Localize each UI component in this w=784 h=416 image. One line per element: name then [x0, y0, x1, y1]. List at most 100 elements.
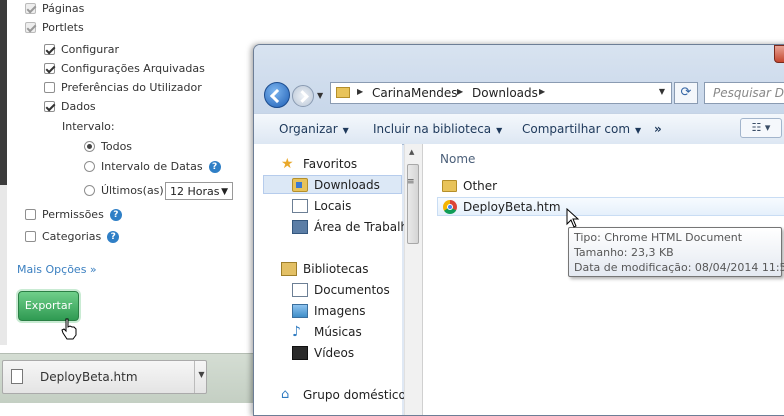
hours-select-value: 12 Horas: [170, 185, 220, 198]
more-commands-button[interactable]: »: [654, 122, 662, 136]
breadcrumb-carinamendes[interactable]: CarinaMendes: [372, 86, 458, 100]
grip-icon: ≡: [407, 177, 415, 187]
scrollbar-thumb[interactable]: [407, 164, 419, 244]
nav-item-label: Grupo doméstico: [303, 387, 406, 402]
categorias-label: Categorias: [42, 230, 102, 243]
ultimos-radio[interactable]: [84, 185, 95, 196]
intervalo-datas-radio[interactable]: [84, 161, 95, 172]
nav-item-musicas[interactable]: ♪ Músicas: [254, 322, 402, 341]
option-configuracoes-arquivadas[interactable]: Configurações Arquivadas: [44, 62, 205, 75]
file-row-other[interactable]: Other: [437, 176, 784, 195]
option-dados[interactable]: Dados: [44, 100, 96, 113]
preferencias-label: Preferências do Utilizador: [61, 81, 202, 94]
scroll-up-icon[interactable]: ▲: [409, 148, 414, 156]
compartilhar-label: Compartilhar com: [522, 122, 631, 136]
help-icon[interactable]: ?: [208, 160, 221, 173]
intervalo-datas-label: Intervalo de Datas: [101, 160, 203, 173]
forward-button[interactable]: [292, 85, 314, 107]
nav-item-imagens[interactable]: Imagens: [254, 301, 402, 320]
chevron-right-icon[interactable]: ▶: [457, 87, 463, 96]
address-bar[interactable]: ▶ CarinaMendes ▶ Downloads ▶ ▼: [330, 82, 672, 104]
option-categorias[interactable]: Categorias ?: [25, 230, 120, 243]
download-file-name: DeployBeta.htm: [40, 370, 138, 384]
intervalo-heading: Intervalo:: [62, 120, 115, 133]
intervalo-label: Intervalo:: [62, 120, 115, 133]
dados-checkbox[interactable]: [44, 101, 55, 112]
permissoes-checkbox[interactable]: [25, 209, 36, 220]
music-icon: ♪: [292, 323, 301, 340]
incluir-biblioteca-button[interactable]: Incluir na biblioteca ▼: [373, 122, 502, 136]
nav-item-area-de-trabalho[interactable]: Área de Trabalho: [254, 217, 415, 236]
nav-item-label: Downloads: [314, 177, 380, 192]
nav-item-label: Favoritos: [303, 156, 358, 171]
nav-item-bibliotecas[interactable]: Bibliotecas: [254, 259, 402, 278]
navigation-pane: ★ Favoritos Downloads Locais Área de Tra…: [254, 144, 415, 415]
back-button[interactable]: [264, 82, 290, 108]
export-button[interactable]: Exportar: [18, 291, 79, 321]
hours-select[interactable]: 12 Horas ▼: [165, 182, 233, 200]
page-left-strip: [0, 0, 7, 185]
view-options-button[interactable]: ☷ ▾: [740, 118, 782, 138]
paginas-label: Páginas: [42, 2, 85, 15]
organizar-label: Organizar: [279, 122, 338, 136]
arrow-cursor-icon: [566, 208, 580, 228]
breadcrumb-downloads[interactable]: Downloads: [472, 86, 538, 100]
nav-item-grupo-domestico[interactable]: ⌂ Grupo doméstico: [254, 385, 406, 404]
folder-icon: [336, 87, 350, 98]
help-icon[interactable]: ?: [109, 208, 122, 221]
nav-item-favoritos[interactable]: ★ Favoritos: [254, 154, 402, 173]
file-icon: [11, 369, 23, 384]
chevron-down-icon[interactable]: ▼: [659, 87, 665, 96]
close-button[interactable]: [774, 45, 784, 63]
chevron-right-icon[interactable]: ▶: [539, 87, 545, 96]
incluir-label: Incluir na biblioteca: [373, 122, 492, 136]
file-row-deploybeta[interactable]: DeployBeta.htm: [437, 197, 784, 216]
organizar-button[interactable]: Organizar ▼: [279, 122, 349, 136]
nav-item-videos[interactable]: Vídeos: [254, 343, 402, 362]
paginas-checkbox[interactable]: [25, 3, 36, 14]
option-configurar[interactable]: Configurar: [44, 43, 119, 56]
option-paginas[interactable]: Páginas: [25, 2, 84, 15]
pictures-icon: [292, 303, 308, 318]
configurar-checkbox[interactable]: [44, 44, 55, 55]
help-icon[interactable]: ?: [107, 230, 120, 243]
column-header-nome[interactable]: Nome: [440, 152, 475, 166]
tooltip-type: Tipo: Chrome HTML Document: [574, 231, 743, 244]
navigation-scrollbar[interactable]: ▲ ≡: [404, 144, 422, 415]
option-todos[interactable]: Todos: [84, 140, 132, 153]
file-list-pane: Nome Other DeployBeta.htm: [422, 144, 784, 415]
folder-icon: [442, 179, 457, 192]
nav-item-label: Bibliotecas: [303, 261, 369, 276]
chevron-right-icon[interactable]: ▶: [357, 87, 363, 96]
portlets-label: Portlets: [42, 21, 84, 34]
compartilhar-button[interactable]: Compartilhar com ▼: [522, 122, 641, 136]
search-input[interactable]: Pesquisar Do: [704, 82, 784, 104]
option-permissoes[interactable]: Permissões ?: [25, 208, 122, 221]
option-intervalo-datas[interactable]: Intervalo de Datas ?: [84, 160, 221, 173]
nav-item-label: Vídeos: [314, 345, 355, 360]
configuracoes-arquivadas-label: Configurações Arquivadas: [61, 62, 205, 75]
option-ultimos[interactable]: Últimos(as): [84, 184, 164, 197]
chevron-down-icon: ▼: [342, 126, 349, 135]
chevron-down-icon: ▼: [635, 126, 642, 135]
documents-icon: [292, 282, 308, 297]
option-portlets[interactable]: Portlets: [25, 21, 84, 34]
option-preferencias[interactable]: Preferências do Utilizador: [44, 81, 202, 94]
nav-item-documentos[interactable]: Documentos: [254, 280, 402, 299]
mais-opcoes-link[interactable]: Mais Opções »: [17, 263, 97, 276]
search-placeholder: Pesquisar Do: [713, 86, 784, 100]
preferencias-checkbox[interactable]: [44, 82, 55, 93]
nav-item-downloads[interactable]: Downloads: [263, 175, 402, 194]
refresh-button[interactable]: ⟳: [674, 82, 698, 104]
chevron-down-icon[interactable]: ▼: [317, 91, 323, 100]
portlets-checkbox[interactable]: [25, 22, 36, 33]
chevron-down-icon[interactable]: ▼: [194, 361, 208, 393]
nav-item-locais[interactable]: Locais: [254, 196, 402, 215]
places-icon: [292, 198, 308, 213]
ultimos-label: Últimos(as): [101, 184, 164, 197]
download-item[interactable]: DeployBeta.htm ▼: [2, 360, 207, 394]
configuracoes-arquivadas-checkbox[interactable]: [44, 63, 55, 74]
nav-item-label: Músicas: [314, 324, 362, 339]
todos-radio[interactable]: [84, 141, 95, 152]
categorias-checkbox[interactable]: [25, 231, 36, 242]
